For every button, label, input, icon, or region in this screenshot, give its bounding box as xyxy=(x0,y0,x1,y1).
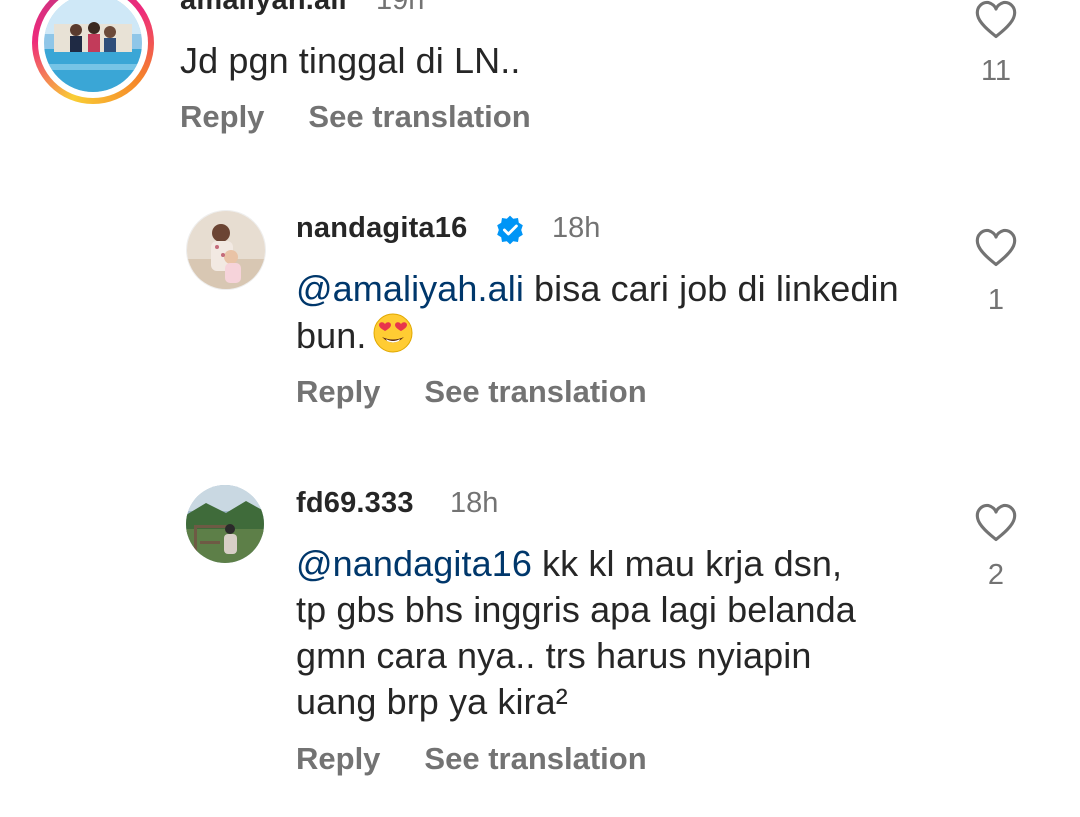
like-count: 1 xyxy=(987,284,1005,316)
comment-text-line: uang brp ya kira² xyxy=(296,681,568,722)
comment-actions: Reply See translation xyxy=(296,374,647,410)
comment-username[interactable]: amaliyah.ali xyxy=(180,0,347,17)
comment-time: 18h xyxy=(552,212,601,244)
like-count: 11 xyxy=(980,55,1012,87)
verified-badge-icon xyxy=(497,215,523,245)
comment-text-line: kk kl mau krja dsn, xyxy=(531,543,843,584)
see-translation-button[interactable]: See translation xyxy=(424,374,646,409)
avatar[interactable] xyxy=(186,210,266,290)
heart-icon[interactable] xyxy=(974,0,1018,42)
see-translation-button[interactable]: See translation xyxy=(308,99,530,134)
mention-link[interactable]: @amaliyah.ali xyxy=(296,268,524,309)
story-ring[interactable] xyxy=(32,0,154,104)
mention-link[interactable]: @nandagita16 xyxy=(296,543,532,584)
comment-item: nandagita16 18h @amaliyah.ali bisa cari … xyxy=(0,200,1080,430)
comment-text-line: gmn cara nya.. trs harus nyiapin xyxy=(296,635,812,676)
comment-time: 19h xyxy=(376,0,425,16)
comment-text: @nandagita16 kk kl mau krja dsn, tp gbs … xyxy=(296,541,976,725)
avatar[interactable] xyxy=(186,485,264,563)
comment-actions: Reply See translation xyxy=(296,741,647,777)
reply-button[interactable]: Reply xyxy=(180,99,264,134)
comment-text-line: tp gbs bhs inggris apa lagi belanda xyxy=(296,589,856,630)
heart-icon[interactable] xyxy=(974,501,1018,545)
comment-text-line: bisa cari job di linkedin xyxy=(523,268,899,309)
comment-text-line: bun. xyxy=(296,315,367,356)
reply-button[interactable]: Reply xyxy=(296,374,380,409)
comment-username[interactable]: fd69.333 xyxy=(296,487,414,520)
comment-text-body: Jd pgn tinggal di LN.. xyxy=(180,40,521,81)
heart-eyes-emoji-icon xyxy=(373,313,413,353)
heart-icon[interactable] xyxy=(974,226,1018,270)
see-translation-button[interactable]: See translation xyxy=(424,741,646,776)
comment-username[interactable]: nandagita16 xyxy=(296,212,467,245)
comment-item: amaliyah.ali 19h Jd pgn tinggal di LN.. … xyxy=(0,0,1080,150)
comment-text: @amaliyah.ali bisa cari job di linkedin … xyxy=(296,266,976,359)
comment-text: Jd pgn tinggal di LN.. xyxy=(180,38,520,84)
like-count: 2 xyxy=(987,559,1005,591)
reply-button[interactable]: Reply xyxy=(296,741,380,776)
comment-time: 18h xyxy=(450,487,499,519)
comment-item: fd69.333 18h @nandagita16 kk kl mau krja… xyxy=(0,475,1080,795)
comment-actions: Reply See translation xyxy=(180,99,531,135)
